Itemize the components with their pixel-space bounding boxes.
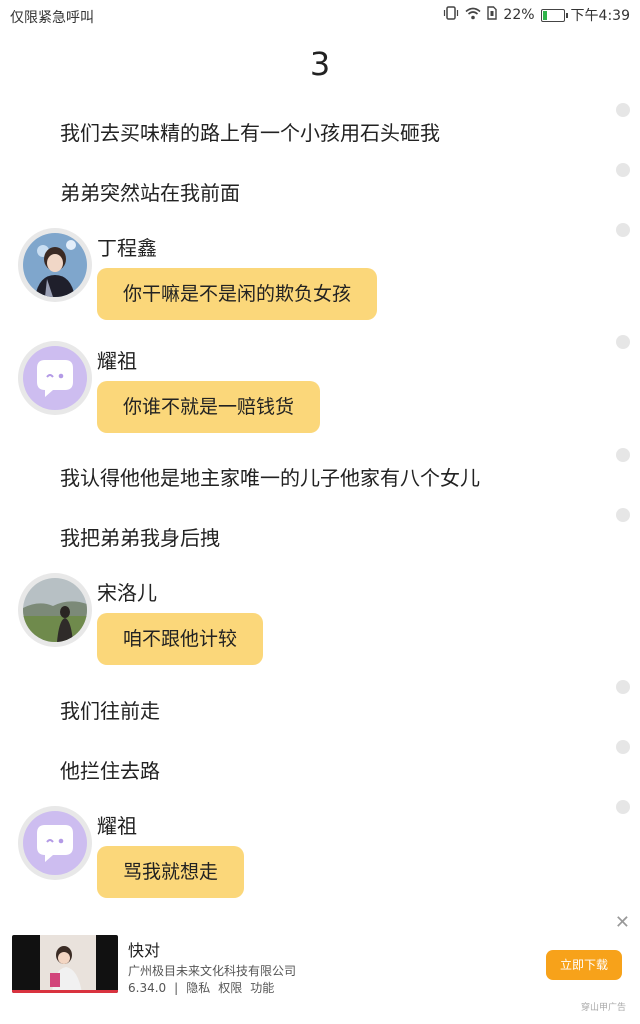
ad-meta: 6.34.0 | 隐私 权限 功能 bbox=[128, 981, 275, 995]
ad-privacy-link[interactable]: 隐私 bbox=[186, 981, 210, 995]
status-time: 下午4:39 bbox=[570, 8, 630, 24]
avatar[interactable] bbox=[18, 806, 92, 880]
ad-banner[interactable]: ✕ 快对 广州极目未来文化科技有限公司 6.34.0 | 隐私 权限 功能 立即下载 穿… bbox=[0, 912, 640, 1024]
speaker-name: 耀祖 bbox=[97, 814, 137, 838]
purple-chat-icon bbox=[23, 346, 87, 410]
purple-chat-icon bbox=[23, 811, 87, 875]
sim-icon bbox=[487, 6, 498, 24]
ad-source-label: 穿山甲广告 bbox=[580, 1003, 626, 1013]
chapter-title: 3 bbox=[309, 45, 331, 83]
dialog-bubble: 你谁不就是一赔钱货 bbox=[97, 381, 321, 433]
status-bar: 仅限紧急呼叫 22% 下午4:39 bbox=[0, 0, 640, 30]
rail-dot[interactable] bbox=[616, 740, 630, 754]
narration-line: 我把弟弟我身后拽 bbox=[60, 526, 220, 550]
vibrate-icon bbox=[443, 6, 459, 24]
rail-dot[interactable] bbox=[616, 448, 630, 462]
speaker-name: 宋洛儿 bbox=[97, 581, 157, 605]
close-icon[interactable]: ✕ bbox=[615, 912, 630, 933]
status-carrier-text: 仅限紧急呼叫 bbox=[10, 10, 94, 26]
ad-company: 广州极目未来文化科技有限公司 bbox=[128, 964, 297, 978]
narration-line: 我们往前走 bbox=[60, 699, 160, 723]
narration-line: 他拦住去路 bbox=[60, 759, 160, 783]
avatar[interactable] bbox=[18, 228, 92, 302]
rail-dot[interactable] bbox=[616, 508, 630, 522]
wifi-icon bbox=[465, 7, 481, 24]
rail-dot[interactable] bbox=[616, 163, 630, 177]
rail-dot[interactable] bbox=[616, 223, 630, 237]
narration-line: 弟弟突然站在我前面 bbox=[60, 181, 240, 205]
speaker-name: 耀祖 bbox=[97, 349, 137, 373]
download-button[interactable]: 立即下载 bbox=[546, 950, 622, 980]
ad-feature-link[interactable]: 功能 bbox=[250, 981, 274, 995]
avatar[interactable] bbox=[18, 573, 92, 647]
rail-dot[interactable] bbox=[616, 680, 630, 694]
rail-dot[interactable] bbox=[616, 103, 630, 117]
status-icons: 22% 下午4:39 bbox=[443, 5, 630, 25]
narration-line: 我们去买味精的路上有一个小孩用石头砸我 bbox=[60, 121, 440, 145]
ad-permission-link[interactable]: 权限 bbox=[218, 981, 242, 995]
ad-thumbnail[interactable] bbox=[12, 935, 118, 993]
battery-icon bbox=[540, 8, 568, 22]
ad-title: 快对 bbox=[128, 941, 161, 960]
dialog-bubble: 你干嘛是不是闲的欺负女孩 bbox=[97, 268, 378, 320]
narration-line: 我认得他他是地主家唯一的儿子他家有八个女儿 bbox=[60, 466, 480, 490]
speaker-name: 丁程鑫 bbox=[97, 236, 157, 260]
rail-dot[interactable] bbox=[616, 335, 630, 349]
dialog-bubble: 骂我就想走 bbox=[97, 846, 245, 898]
ad-version: 6.34.0 bbox=[128, 981, 167, 995]
avatar[interactable] bbox=[18, 341, 92, 415]
rail-dot[interactable] bbox=[616, 800, 630, 814]
battery-level-fill bbox=[542, 10, 547, 20]
battery-percent-text: 22% bbox=[503, 7, 535, 23]
landscape-photo-avatar bbox=[23, 578, 87, 642]
dialog-bubble: 咱不跟他计较 bbox=[97, 613, 264, 665]
person-photo-avatar bbox=[23, 233, 87, 297]
